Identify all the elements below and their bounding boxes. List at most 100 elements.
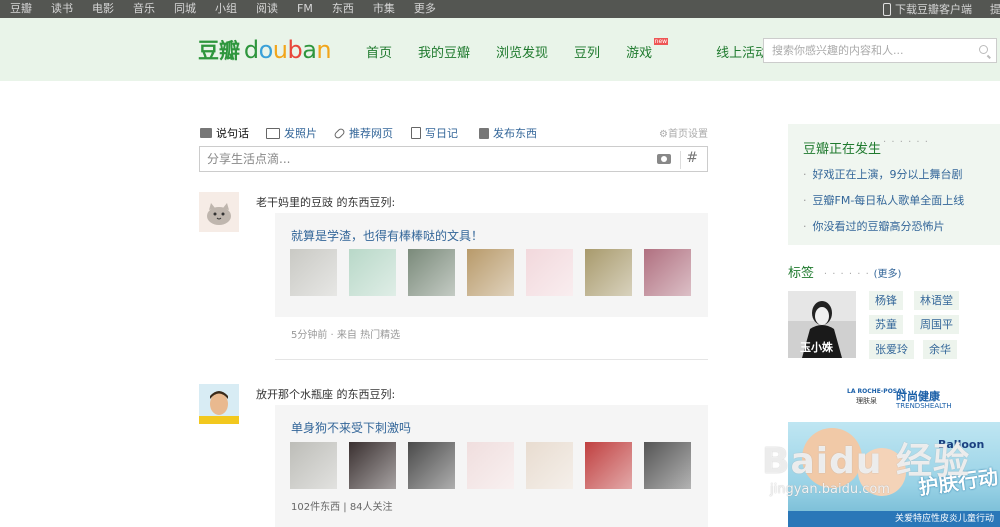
tag-item[interactable]: 张爱玲 bbox=[869, 340, 914, 359]
tab-publish-item-label: 发布东西 bbox=[493, 127, 537, 140]
item-thumbnail[interactable] bbox=[644, 442, 691, 489]
homepage-settings[interactable]: ⚙首页设置 bbox=[659, 125, 708, 140]
item-thumbnail[interactable] bbox=[467, 442, 514, 489]
nav-explore[interactable]: 浏览发现 bbox=[496, 42, 548, 61]
tab-publish-item[interactable]: 发布东西 bbox=[479, 125, 537, 141]
ad-footer: 关爱特应性皮炎儿童行动 bbox=[788, 511, 1000, 527]
cat-avatar-icon bbox=[199, 192, 239, 232]
logo-letter: b bbox=[287, 36, 303, 64]
tab-write-diary[interactable]: 写日记 bbox=[411, 125, 458, 141]
item-thumbnail[interactable] bbox=[349, 442, 396, 489]
happening-box: 豆瓣正在发生 · · · · · · 好戏正在上演，9分以上舞台剧 豆瓣FM-每… bbox=[788, 124, 1000, 245]
site-header: 豆瓣 douban 首页 我的豆瓣 浏览发现 豆列 游戏 new 线上活动 bbox=[0, 18, 1000, 81]
tag-item[interactable]: 周国平 bbox=[914, 315, 959, 334]
happening-list: 好戏正在上演，9分以上舞台剧 豆瓣FM-每日私人歌单全面上线 你没看过的豆瓣高分… bbox=[803, 166, 965, 244]
share-box: # bbox=[199, 146, 708, 172]
link-icon bbox=[333, 126, 346, 140]
reminder-link[interactable]: 提醒 bbox=[990, 1, 1000, 18]
ad-brand-laroche-cn: 理肤泉 bbox=[856, 397, 877, 405]
person-avatar-icon bbox=[199, 384, 239, 424]
feed-user-link[interactable]: 放开那个水瓶座 bbox=[256, 388, 333, 401]
global-nav-dongxi[interactable]: 东西 bbox=[332, 0, 354, 18]
global-nav-events[interactable]: 同城 bbox=[174, 0, 196, 18]
feed-avatar[interactable] bbox=[199, 192, 239, 232]
global-nav-right: 下载豆瓣客户端 提醒 bbox=[883, 0, 1000, 18]
doulist-stats: 102件东西 | 84人关注 bbox=[291, 502, 393, 513]
download-app-link[interactable]: 下载豆瓣客户端 bbox=[895, 1, 972, 18]
item-thumbnail[interactable] bbox=[585, 442, 632, 489]
douban-logo[interactable]: 豆瓣 douban bbox=[198, 35, 332, 65]
notebook-icon bbox=[411, 127, 421, 139]
bag-icon bbox=[479, 127, 489, 139]
ad-brand-trendshealth-en: TRENDSHEALTH bbox=[896, 402, 952, 410]
global-nav-bar: 豆瓣 读书 电影 音乐 同城 小组 阅读 FM 东西 市集 更多 下载豆瓣客户端… bbox=[0, 0, 1000, 18]
doulist-card: 就算是学渣，也得有棒棒哒的文具！ bbox=[275, 213, 708, 317]
nav-games-label: 游戏 bbox=[626, 46, 653, 61]
logo-letter: o bbox=[258, 36, 274, 64]
post-tabs: 说句话 发照片 推荐网页 写日记 发布东西 ⚙首页设置 bbox=[200, 125, 708, 141]
phone-icon bbox=[883, 2, 891, 16]
nav-games[interactable]: 游戏 new bbox=[626, 38, 678, 61]
tag-item[interactable]: 林语堂 bbox=[914, 291, 959, 310]
feed-title: 放开那个水瓶座 的东西豆列: bbox=[256, 386, 395, 402]
share-box-divider bbox=[680, 151, 681, 169]
global-nav-more[interactable]: 更多 bbox=[414, 0, 436, 18]
camera-icon[interactable] bbox=[657, 154, 671, 164]
tags-more-link[interactable]: (更多) bbox=[874, 269, 902, 280]
tag-item[interactable]: 苏童 bbox=[869, 315, 903, 334]
site-search bbox=[763, 38, 997, 63]
item-thumbnail[interactable] bbox=[290, 249, 337, 296]
item-thumbnail[interactable] bbox=[526, 442, 573, 489]
tag-item[interactable]: 杨锋 bbox=[869, 291, 903, 310]
global-nav-books[interactable]: 读书 bbox=[51, 0, 73, 18]
item-thumbnail[interactable] bbox=[290, 442, 337, 489]
doulist-card-title[interactable]: 就算是学渣，也得有棒棒哒的文具！ bbox=[291, 227, 483, 244]
main-nav: 首页 我的豆瓣 浏览发现 豆列 游戏 new 线上活动 bbox=[366, 38, 794, 61]
global-nav-groups[interactable]: 小组 bbox=[215, 0, 237, 18]
global-nav-fm[interactable]: FM bbox=[297, 0, 313, 18]
item-thumbnail[interactable] bbox=[467, 249, 514, 296]
nav-online-events[interactable]: 线上活动 bbox=[716, 42, 768, 61]
doulist-card-title[interactable]: 单身狗不来受下刺激吗 bbox=[291, 419, 411, 436]
baidu-watermark: Baidu 经验 bbox=[762, 441, 971, 482]
happening-item[interactable]: 你没看过的豆瓣高分恐怖片 bbox=[803, 218, 964, 235]
logo-cn: 豆瓣 bbox=[198, 38, 240, 63]
tag-photo[interactable]: 玉小姝 bbox=[788, 291, 856, 358]
tag-photo-caption: 玉小姝 bbox=[800, 341, 833, 354]
nav-my-douban[interactable]: 我的豆瓣 bbox=[418, 42, 470, 61]
tab-post-photo[interactable]: 发照片 bbox=[266, 125, 317, 141]
hashtag-icon[interactable]: # bbox=[686, 150, 698, 166]
tab-say-something[interactable]: 说句话 bbox=[200, 125, 249, 141]
happening-item[interactable]: 好戏正在上演，9分以上舞台剧 bbox=[803, 166, 964, 183]
feed-avatar[interactable] bbox=[199, 384, 239, 424]
item-thumbnail[interactable] bbox=[526, 249, 573, 296]
speech-bubble-icon bbox=[200, 128, 212, 138]
baidu-watermark-url: jingyan.baidu.com bbox=[770, 482, 890, 497]
feed-user-link[interactable]: 老干妈里的豆豉 bbox=[256, 196, 333, 209]
item-thumbnail[interactable] bbox=[585, 249, 632, 296]
global-nav-music[interactable]: 音乐 bbox=[133, 0, 155, 18]
item-thumbnail[interactable] bbox=[408, 249, 455, 296]
new-badge: new bbox=[653, 38, 669, 45]
global-nav-movies[interactable]: 电影 bbox=[92, 0, 114, 18]
global-nav-read[interactable]: 阅读 bbox=[256, 0, 278, 18]
nav-home[interactable]: 首页 bbox=[366, 42, 392, 61]
logo-letter: a bbox=[302, 36, 317, 64]
gear-icon: ⚙ bbox=[659, 129, 668, 140]
item-thumbnail[interactable] bbox=[644, 249, 691, 296]
item-thumbnail[interactable] bbox=[408, 442, 455, 489]
item-thumbnail[interactable] bbox=[349, 249, 396, 296]
share-input[interactable] bbox=[200, 147, 640, 171]
search-input[interactable] bbox=[764, 39, 964, 62]
tab-write-diary-label: 写日记 bbox=[425, 127, 458, 140]
nav-doulist[interactable]: 豆列 bbox=[574, 42, 600, 61]
tab-post-photo-label: 发照片 bbox=[284, 127, 317, 140]
tab-recommend-link[interactable]: 推荐网页 bbox=[333, 125, 393, 141]
global-nav-douban[interactable]: 豆瓣 bbox=[10, 0, 32, 18]
happening-item[interactable]: 豆瓣FM-每日私人歌单全面上线 bbox=[803, 192, 965, 209]
doulist-card: 单身狗不来受下刺激吗 102件东西 | 84人关注 bbox=[275, 405, 708, 527]
global-nav-market[interactable]: 市集 bbox=[373, 0, 395, 18]
tag-item[interactable]: 余华 bbox=[923, 340, 957, 359]
search-icon[interactable] bbox=[979, 45, 988, 54]
homepage-settings-label: 首页设置 bbox=[668, 129, 708, 140]
